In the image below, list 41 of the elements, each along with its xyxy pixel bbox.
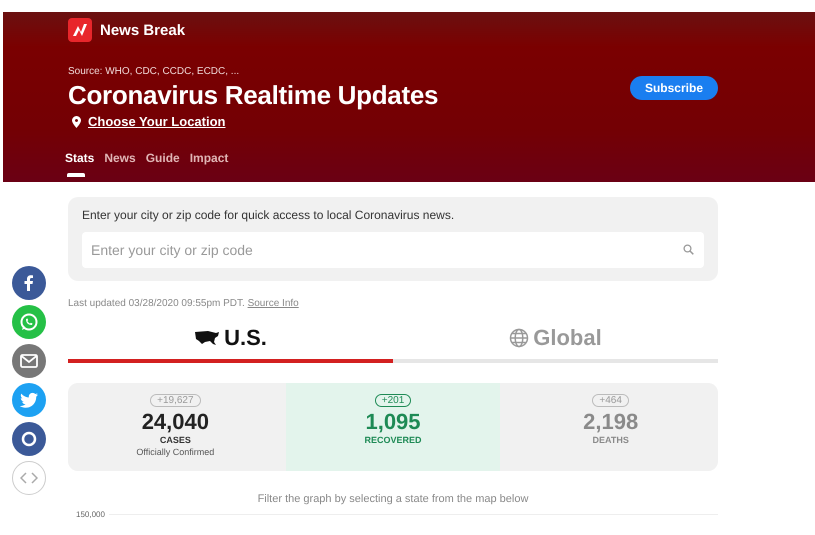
stat-label: RECOVERED	[364, 435, 422, 445]
change-badge: +19,627	[150, 394, 201, 407]
nav-tab[interactable]: News	[100, 147, 140, 173]
stat-value: 1,095	[365, 409, 421, 435]
last-updated-text: Last updated 03/28/2020 09:55pm PDT.	[68, 298, 245, 309]
location-search-field[interactable]: Enter your city or zip code	[82, 232, 704, 268]
globe-icon	[509, 328, 530, 348]
stat-note: Officially Confirmed	[136, 447, 214, 457]
us-map-icon	[194, 330, 220, 346]
choose-location-link[interactable]: Choose Your Location	[88, 114, 226, 129]
nav-tab[interactable]: Guide	[142, 147, 184, 173]
code-brackets-icon	[20, 471, 38, 485]
stat-value: 2,198	[583, 409, 638, 435]
location-prompt: Enter your city or zip code for quick access to local Coronavirus news.	[82, 208, 456, 222]
logo-icon	[68, 18, 92, 42]
page-title: Coronavirus Realtime Updates	[68, 80, 438, 111]
twitter-share-button[interactable]	[12, 383, 46, 417]
change-badge: +201	[374, 394, 412, 407]
share-button[interactable]	[12, 422, 46, 456]
stat-label: CASES	[160, 435, 191, 445]
email-share-button[interactable]	[12, 344, 46, 378]
nav-tab[interactable]: Impact	[186, 147, 232, 173]
whatsapp-share-button[interactable]	[12, 305, 46, 339]
location-pin-icon	[72, 116, 81, 128]
stat-value: 24,040	[142, 409, 209, 435]
axis-label: 150,000	[76, 510, 105, 519]
facebook-share-button[interactable]	[12, 266, 46, 300]
embed-button[interactable]	[12, 461, 46, 495]
ring-icon	[20, 430, 38, 448]
bird-icon	[19, 391, 39, 409]
stat-label: DEATHS	[592, 435, 629, 445]
graph-hint: Filter the graph by selecting a state from the map below	[256, 493, 530, 505]
change-badge: +464	[592, 394, 629, 407]
search-icon	[683, 244, 694, 255]
region-tab[interactable]: U.S.	[68, 321, 393, 363]
source-info-link[interactable]: Source Info	[248, 298, 299, 309]
source-text: Source: WHO, CDC, CCDC, ECDC, ...	[68, 66, 240, 77]
brand-name: News Break	[100, 22, 186, 38]
whatsapp-icon	[18, 311, 40, 333]
envelope-icon	[19, 353, 39, 369]
subscribe-button[interactable]: Subscribe	[630, 76, 718, 100]
